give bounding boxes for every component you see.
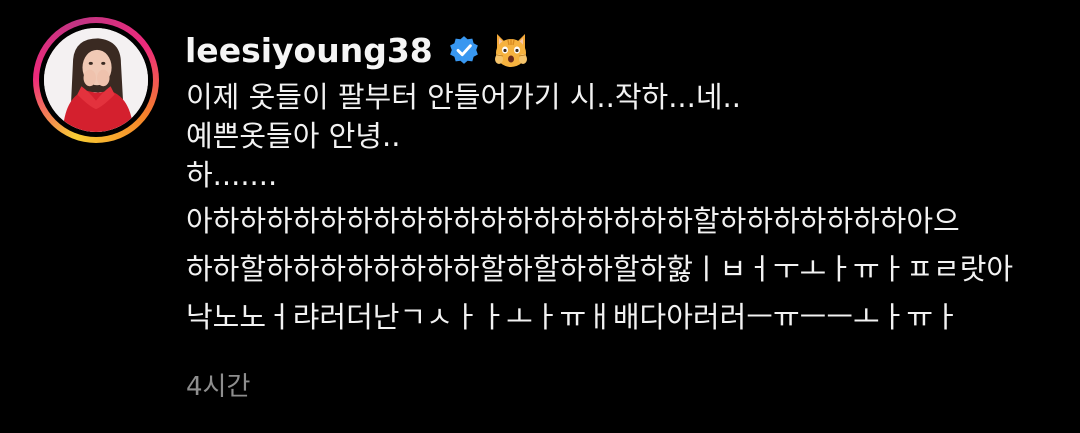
caption-text: 이제 옷들이 팔부터 안들어가기 시..작하...네.. 예쁜옷들아 안녕.. …	[186, 78, 1066, 339]
avatar[interactable]	[44, 28, 148, 132]
verified-badge-icon	[447, 33, 481, 67]
caption-line-4: 아하하하하하하하하하하하하하하하하하하할하하하하하하하아으	[186, 204, 960, 238]
weary-cat-face-emoji-icon	[491, 30, 531, 70]
post-header: leesiyoung38	[185, 26, 531, 74]
post-timestamp[interactable]: 4시간	[186, 366, 250, 403]
comment-post: leesiyoung38 이제 옷들이 팔부터 안들어가기 시..작하...네.…	[0, 0, 1080, 433]
caption-line-5: 하하할하하하하하하하하할하할하하할하핧ㅣㅂㅓㅜㅗㅏㅠㅏㅍㄹ랏아	[186, 252, 1014, 286]
avatar-image	[44, 28, 148, 132]
caption-line-2: 예쁜옷들아 안녕..	[186, 119, 401, 153]
caption-line-3: 하.......	[186, 158, 278, 192]
avatar-story-ring[interactable]	[33, 17, 159, 143]
caption-line-6: 낙노노ㅓ랴러더난ㄱㅅㅏㅏㅗㅏㅠㅐ배다아러러ㅡㅠㅡㅡㅗㅏㅠㅏ	[186, 300, 960, 334]
caption-line-1: 이제 옷들이 팔부터 안들어가기 시..작하...네..	[186, 80, 741, 114]
username-link[interactable]: leesiyoung38	[185, 31, 433, 70]
